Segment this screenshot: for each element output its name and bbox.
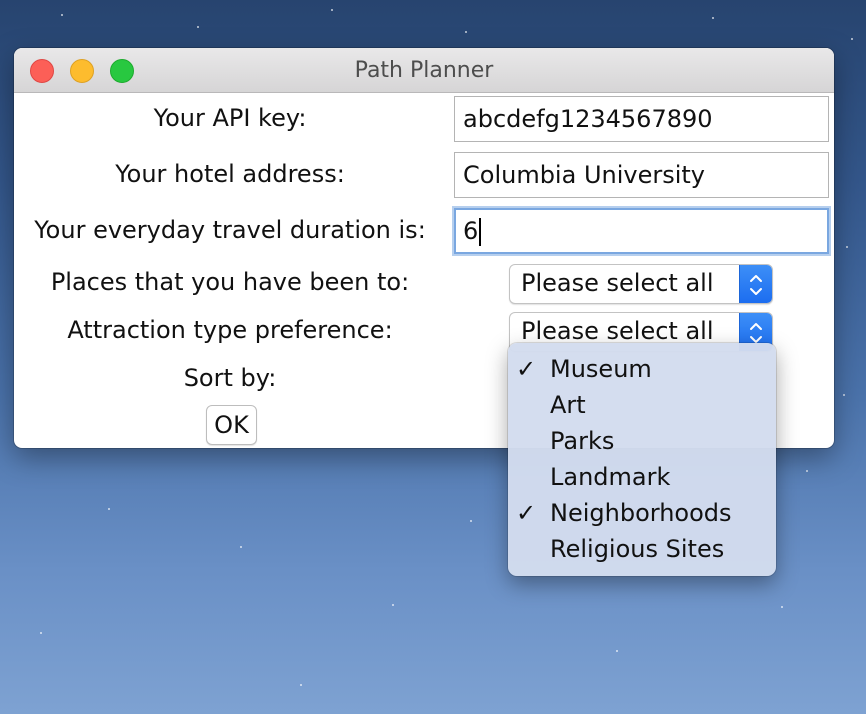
travel-duration-value: 6	[463, 217, 479, 245]
ok-button[interactable]: OK	[206, 405, 257, 445]
hotel-address-label: Your hotel address:	[115, 160, 345, 188]
places-been-select[interactable]: Please select all	[509, 264, 773, 304]
places-been-label: Places that you have been to:	[50, 268, 410, 296]
checkmark-icon: ✓	[516, 355, 537, 383]
travel-duration-label: Your everyday travel duration is:	[34, 216, 426, 244]
window-title: Path Planner	[354, 58, 494, 83]
menu-item-art[interactable]: Art	[508, 387, 776, 423]
attraction-type-label: Attraction type preference:	[67, 316, 393, 344]
hotel-address-input[interactable]: Columbia University	[454, 152, 829, 198]
menu-item-museum[interactable]: ✓ Museum	[508, 351, 776, 387]
text-caret	[479, 218, 482, 246]
menu-item-label: Landmark	[550, 463, 671, 491]
api-key-label: Your API key:	[153, 104, 307, 132]
menu-item-label: Parks	[550, 427, 615, 455]
menu-item-label: Art	[550, 391, 586, 419]
travel-duration-input[interactable]: 6	[454, 208, 829, 254]
title-bar[interactable]: Path Planner	[14, 48, 834, 93]
menu-item-label: Neighborhoods	[550, 499, 732, 527]
sort-by-label: Sort by:	[183, 364, 277, 392]
api-key-input[interactable]: abcdefg1234567890	[454, 96, 829, 142]
attraction-type-selected-value: Please select all	[521, 317, 714, 345]
menu-item-label: Religious Sites	[550, 535, 725, 563]
checkmark-icon: ✓	[516, 499, 537, 527]
menu-item-neighborhoods[interactable]: ✓ Neighborhoods	[508, 495, 776, 531]
menu-item-label: Museum	[550, 355, 652, 383]
menu-item-landmark[interactable]: Landmark	[508, 459, 776, 495]
menu-item-parks[interactable]: Parks	[508, 423, 776, 459]
menu-item-religious-sites[interactable]: Religious Sites	[508, 531, 776, 567]
updown-chevrons-icon	[739, 265, 772, 303]
places-been-selected-value: Please select all	[521, 269, 714, 297]
attraction-type-dropdown-menu: ✓ Museum Art Parks Landmark ✓ Neighborho…	[508, 343, 776, 576]
